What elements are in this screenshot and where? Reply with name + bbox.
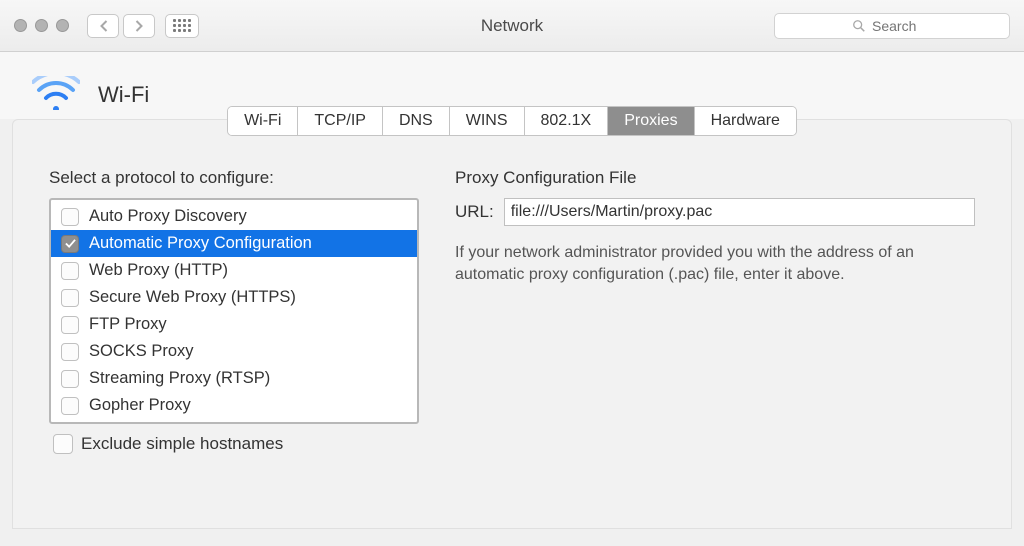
wifi-icon	[32, 76, 80, 113]
protocol-checkbox[interactable]	[61, 289, 79, 307]
exclude-hostnames-checkbox[interactable]	[53, 434, 73, 454]
tab-wins[interactable]: WINS	[450, 107, 525, 135]
url-row: URL:	[455, 198, 975, 226]
protocol-checkbox[interactable]	[61, 397, 79, 415]
exclude-hostnames-label: Exclude simple hostnames	[81, 434, 283, 454]
config-heading: Proxy Configuration File	[455, 168, 975, 188]
help-text: If your network administrator provided y…	[455, 242, 915, 285]
protocol-label: Automatic Proxy Configuration	[89, 234, 312, 253]
protocol-list[interactable]: Auto Proxy Discovery Automatic Proxy Conf…	[49, 198, 419, 424]
minimize-window-button[interactable]	[35, 19, 48, 32]
protocol-label: Auto Proxy Discovery	[89, 207, 247, 226]
show-all-button[interactable]	[165, 14, 199, 38]
protocol-row[interactable]: Secure Web Proxy (HTTPS)	[51, 284, 417, 311]
toolbar: Network	[0, 0, 1024, 52]
url-input[interactable]	[504, 198, 975, 226]
nav-buttons	[87, 14, 155, 38]
tab-802-1x[interactable]: 802.1X	[525, 107, 609, 135]
tab-proxies[interactable]: Proxies	[608, 107, 694, 135]
preferences-body: Wi-FiTCP/IPDNSWINS802.1XProxiesHardware …	[0, 119, 1024, 529]
protocol-heading: Select a protocol to configure:	[49, 168, 419, 188]
protocol-column: Select a protocol to configure: Auto Pro…	[49, 168, 419, 454]
protocol-row[interactable]: Gopher Proxy	[51, 392, 417, 419]
protocol-label: FTP Proxy	[89, 315, 167, 334]
exclude-hostnames-row[interactable]: Exclude simple hostnames	[49, 434, 419, 454]
protocol-checkbox[interactable]	[61, 208, 79, 226]
protocol-row[interactable]: Automatic Proxy Configuration	[51, 230, 417, 257]
protocol-row[interactable]: SOCKS Proxy	[51, 338, 417, 365]
chevron-right-icon	[135, 20, 144, 32]
protocol-checkbox[interactable]	[61, 370, 79, 388]
proxies-content: Select a protocol to configure: Auto Pro…	[13, 136, 1011, 464]
config-column: Proxy Configuration File URL: If your ne…	[455, 168, 975, 454]
protocol-label: Gopher Proxy	[89, 396, 191, 415]
search-field[interactable]	[774, 13, 1010, 39]
window-title: Network	[481, 16, 543, 36]
tab-tcp-ip[interactable]: TCP/IP	[298, 107, 383, 135]
protocol-label: Web Proxy (HTTP)	[89, 261, 228, 280]
protocol-checkbox[interactable]	[61, 262, 79, 280]
tabbar: Wi-FiTCP/IPDNSWINS802.1XProxiesHardware	[13, 106, 1011, 136]
tab-hardware[interactable]: Hardware	[695, 107, 796, 135]
url-label: URL:	[455, 202, 494, 222]
close-window-button[interactable]	[14, 19, 27, 32]
grid-icon	[173, 19, 191, 32]
protocol-row[interactable]: FTP Proxy	[51, 311, 417, 338]
interface-name: Wi-Fi	[98, 82, 149, 108]
chevron-left-icon	[99, 20, 108, 32]
protocol-checkbox[interactable]	[61, 343, 79, 361]
settings-panel: Wi-FiTCP/IPDNSWINS802.1XProxiesHardware …	[12, 119, 1012, 529]
protocol-row[interactable]: Auto Proxy Discovery	[51, 203, 417, 230]
tab-dns[interactable]: DNS	[383, 107, 450, 135]
forward-button[interactable]	[123, 14, 155, 38]
protocol-label: Secure Web Proxy (HTTPS)	[89, 288, 296, 307]
back-button[interactable]	[87, 14, 119, 38]
protocol-row[interactable]: Web Proxy (HTTP)	[51, 257, 417, 284]
search-input[interactable]	[872, 18, 932, 34]
window-controls	[14, 19, 69, 32]
zoom-window-button[interactable]	[56, 19, 69, 32]
protocol-checkbox[interactable]	[61, 316, 79, 334]
protocol-checkbox[interactable]	[61, 235, 79, 253]
protocol-label: SOCKS Proxy	[89, 342, 194, 361]
protocol-label: Streaming Proxy (RTSP)	[89, 369, 270, 388]
protocol-row[interactable]: Streaming Proxy (RTSP)	[51, 365, 417, 392]
search-icon	[852, 19, 866, 33]
tab-wi-fi[interactable]: Wi-Fi	[228, 107, 298, 135]
